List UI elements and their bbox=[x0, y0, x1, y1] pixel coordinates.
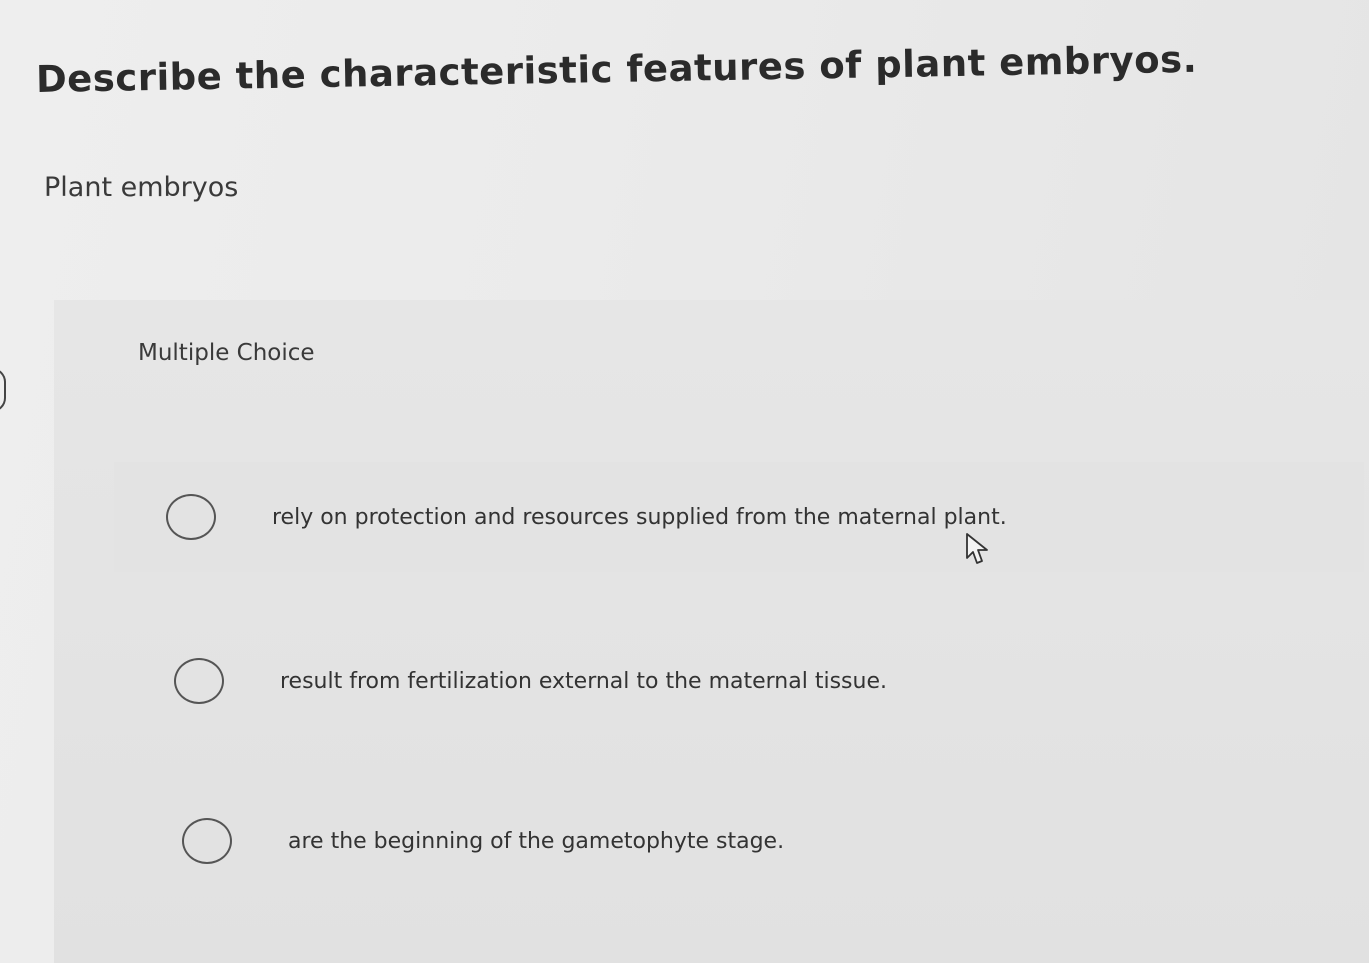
answer-option-3[interactable]: are the beginning of the gametophyte sta… bbox=[130, 786, 1360, 896]
radio-circle-icon[interactable] bbox=[174, 658, 224, 704]
mouse-pointer-icon bbox=[966, 533, 988, 564]
question-prompt: Plant embryos bbox=[44, 172, 239, 203]
edge-bracket-mark bbox=[0, 368, 6, 412]
answer-option-label: rely on protection and resources supplie… bbox=[272, 504, 1007, 530]
radio-circle-icon[interactable] bbox=[166, 494, 216, 540]
answer-option-2[interactable]: result from fertilization external to th… bbox=[122, 626, 1362, 736]
answer-option-label: result from fertilization external to th… bbox=[280, 668, 887, 694]
multiple-choice-panel: Multiple Choice rely on protection and r… bbox=[54, 300, 1369, 963]
radio-circle-icon[interactable] bbox=[182, 818, 232, 864]
answer-option-label: are the beginning of the gametophyte sta… bbox=[288, 828, 785, 854]
answer-option-1[interactable]: rely on protection and resources supplie… bbox=[114, 462, 1364, 572]
choice-type-label: Multiple Choice bbox=[138, 340, 315, 366]
question-title: Describe the characteristic features of … bbox=[35, 37, 1198, 101]
